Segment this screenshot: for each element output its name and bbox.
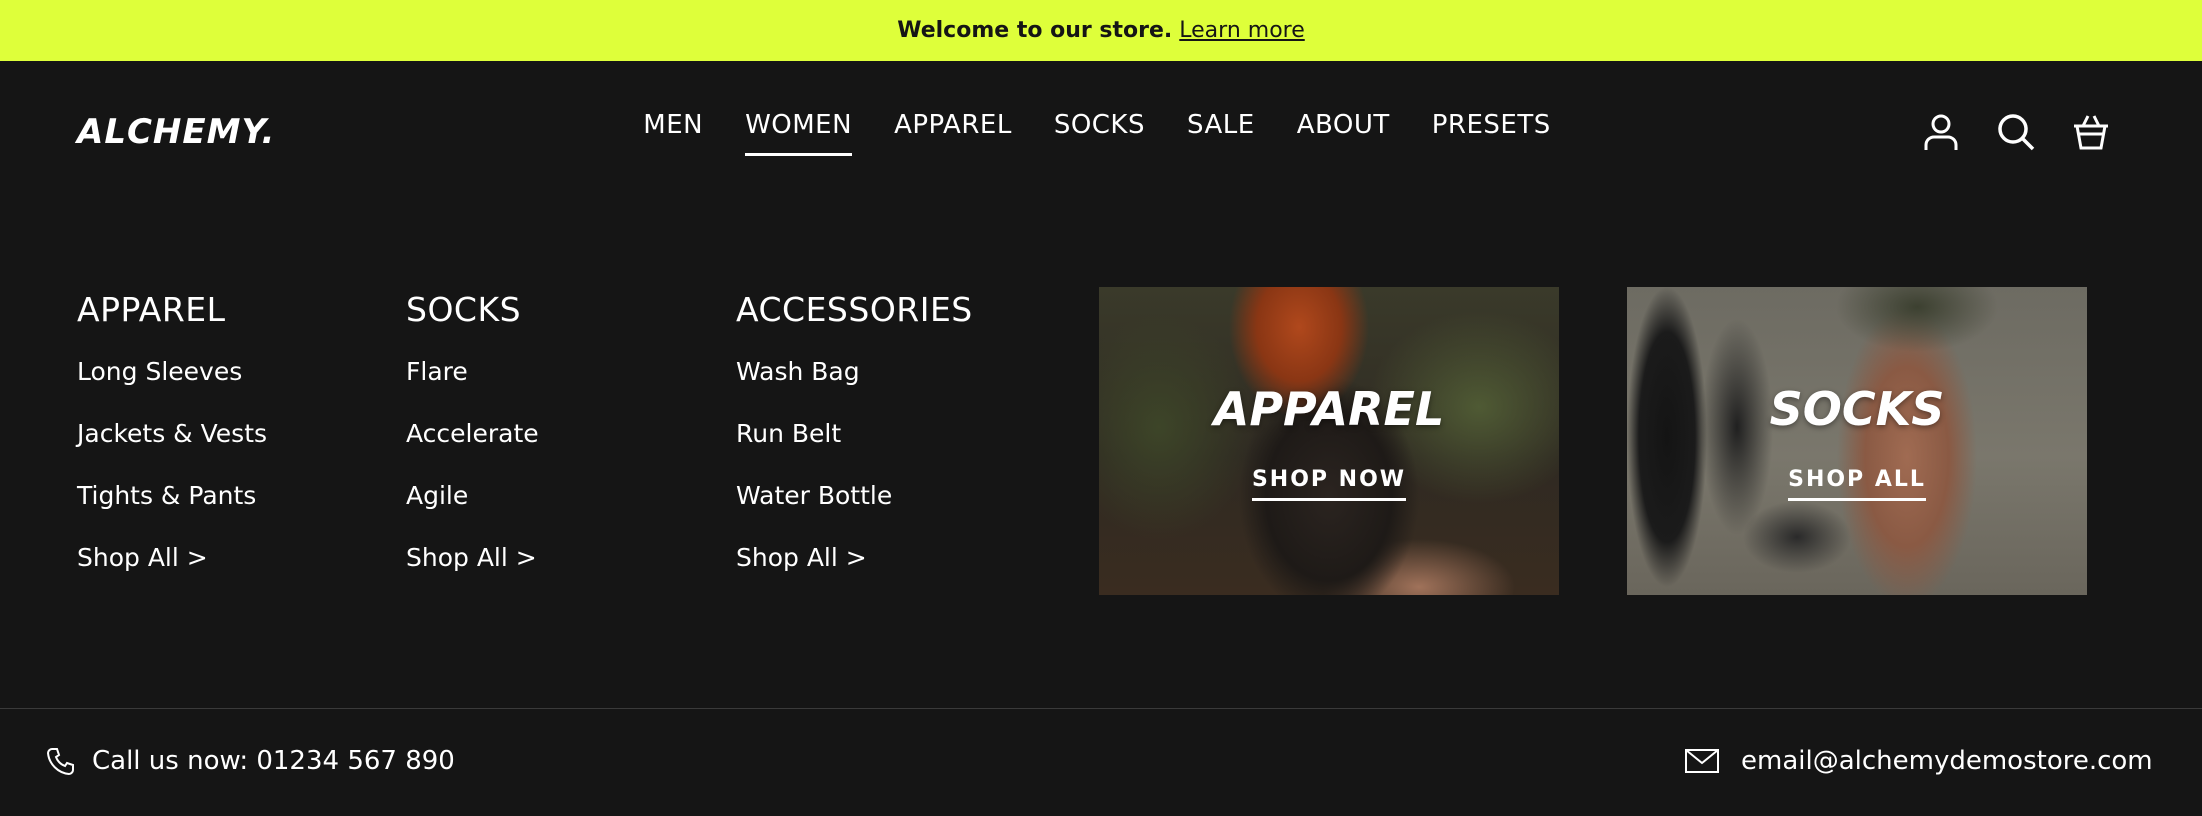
basket-icon[interactable] [2071,112,2111,152]
nav-men[interactable]: MEN [643,110,703,156]
shop-now-link[interactable]: SHOP NOW [1251,467,1407,501]
column-title[interactable]: ACCESSORIES [736,290,973,329]
account-icon[interactable] [1921,112,1961,152]
phone-text: Call us now: 01234 567 890 [92,746,455,776]
menu-link[interactable]: Wash Bag [736,357,973,419]
promo-image [1099,287,1559,595]
menu-link[interactable]: Jackets & Vests [77,419,267,481]
main-nav: MEN WOMEN APPAREL SOCKS SALE ABOUT PRESE… [0,110,2202,156]
menu-link[interactable]: Run Belt [736,419,973,481]
learn-more-link[interactable]: Learn more [1179,18,1304,43]
divider [0,708,2202,709]
promo-title: APPAREL [1213,382,1445,436]
menu-column-accessories: ACCESSORIES Wash Bag Run Belt Water Bott… [736,290,973,605]
menu-column-apparel: APPAREL Long Sleeves Jackets & Vests Tig… [77,290,267,605]
nav-about[interactable]: ABOUT [1297,110,1390,156]
promo-title: SOCKS [1769,382,1945,436]
email-contact[interactable]: email@alchemydemostore.com [1685,746,2153,776]
nav-apparel[interactable]: APPAREL [894,110,1012,156]
mail-icon [1685,749,1719,773]
email-text: email@alchemydemostore.com [1741,746,2153,776]
menu-link[interactable]: Agile [406,481,539,543]
menu-link[interactable]: Long Sleeves [77,357,267,419]
column-title[interactable]: SOCKS [406,290,539,329]
nav-women[interactable]: WOMEN [745,110,853,156]
menu-link[interactable]: Flare [406,357,539,419]
phone-contact[interactable]: Call us now: 01234 567 890 [46,746,455,776]
nav-sale[interactable]: SALE [1187,110,1255,156]
nav-presets[interactable]: PRESETS [1432,110,1551,156]
promo-card-socks[interactable]: SOCKS SHOP ALL [1627,287,2087,595]
menu-link[interactable]: Shop All > [736,543,973,605]
menu-column-socks: SOCKS Flare Accelerate Agile Shop All > [406,290,539,605]
menu-link[interactable]: Accelerate [406,419,539,481]
announcement-bar: Welcome to our store. Learn more [0,0,2202,61]
menu-link[interactable]: Shop All > [406,543,539,605]
column-title[interactable]: APPAREL [77,290,267,329]
search-icon[interactable] [1996,112,2036,152]
promo-card-apparel[interactable]: APPAREL SHOP NOW [1099,287,1559,595]
nav-socks[interactable]: SOCKS [1054,110,1145,156]
promo-image [1627,287,2087,595]
menu-link[interactable]: Water Bottle [736,481,973,543]
menu-link[interactable]: Shop All > [77,543,267,605]
phone-icon [46,748,74,776]
menu-link[interactable]: Tights & Pants [77,481,267,543]
shop-all-link[interactable]: SHOP ALL [1788,467,1926,501]
announcement-message: Welcome to our store. [897,18,1173,43]
